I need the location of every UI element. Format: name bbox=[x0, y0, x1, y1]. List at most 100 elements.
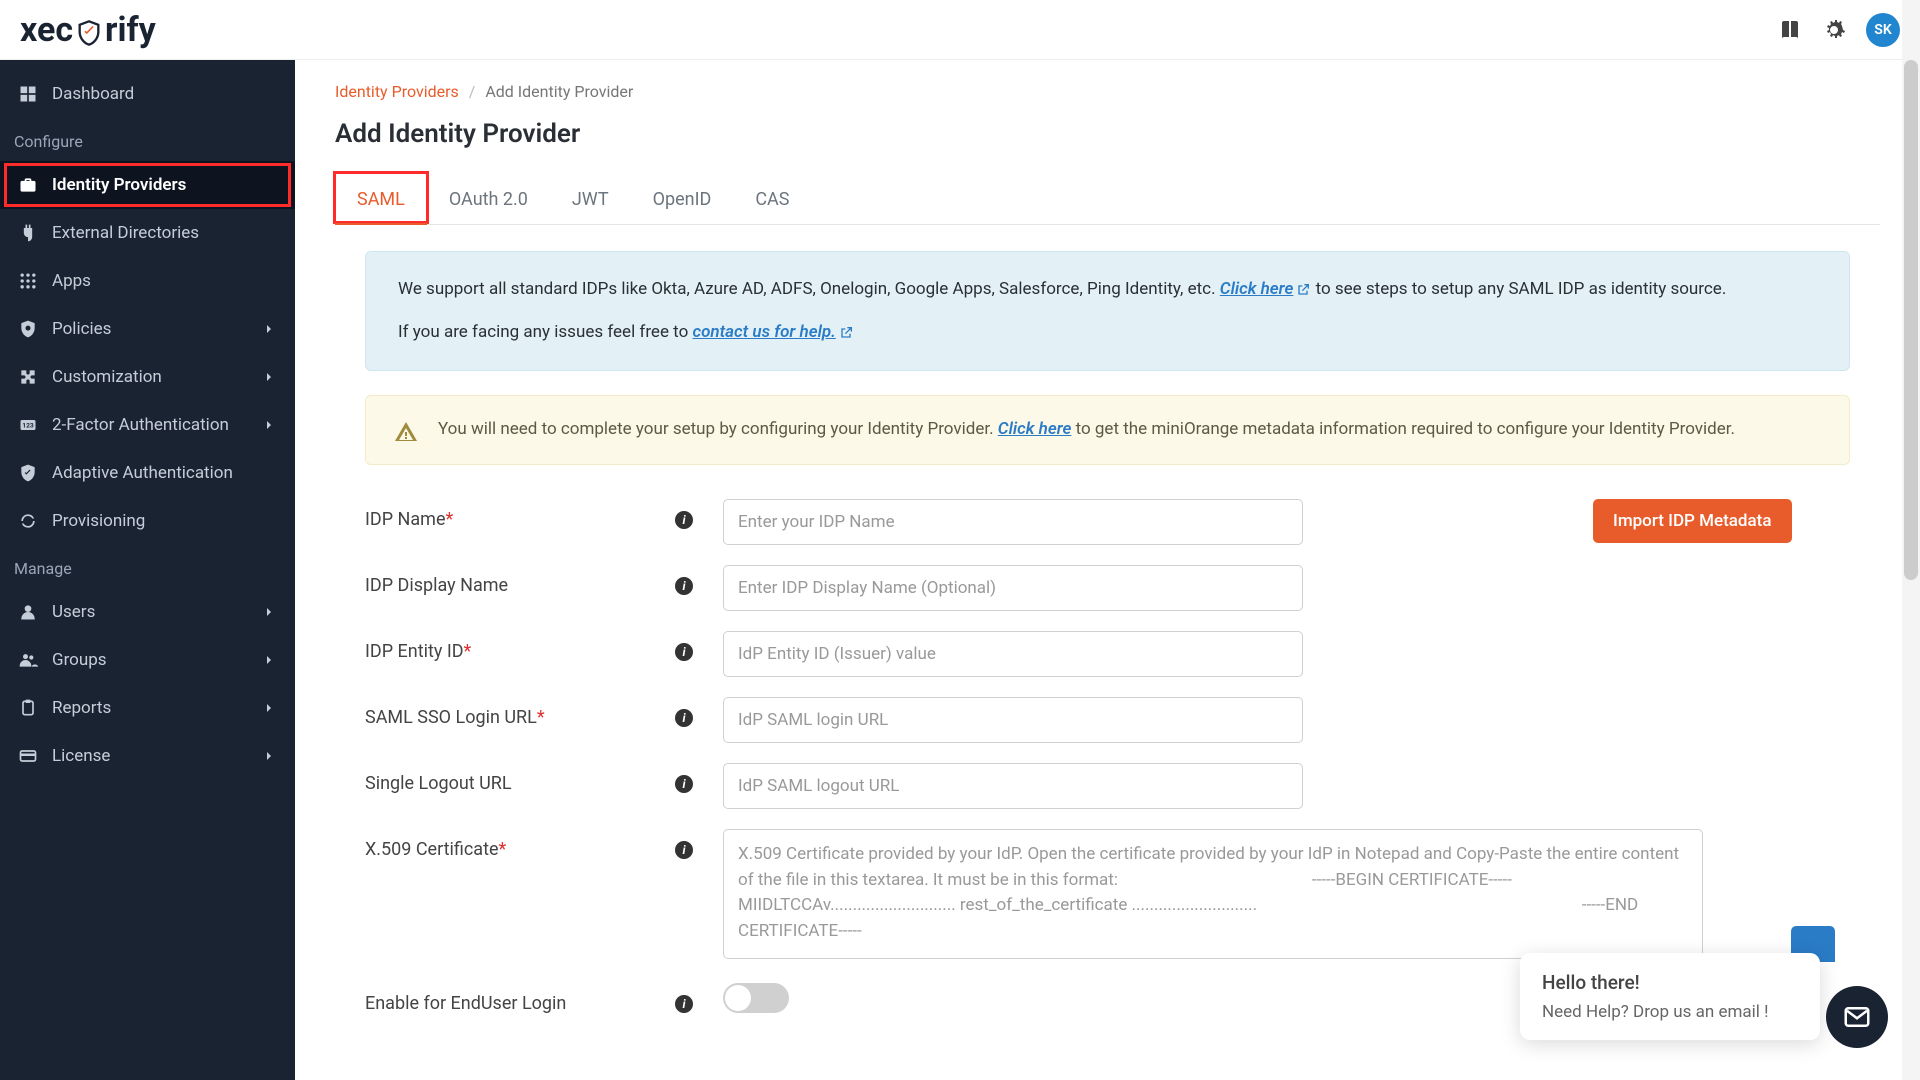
sidebar-item-license[interactable]: License bbox=[0, 732, 295, 780]
info-box: We support all standard IDPs like Okta, … bbox=[365, 251, 1850, 371]
external-link-icon bbox=[838, 325, 854, 341]
x-509-certificate-input[interactable] bbox=[723, 829, 1703, 959]
scrollbar-track[interactable] bbox=[1902, 0, 1920, 1080]
tab-jwt[interactable]: JWT bbox=[550, 175, 631, 224]
user-icon bbox=[18, 602, 38, 622]
info-tooltip-icon[interactable]: i bbox=[675, 511, 693, 529]
card-icon bbox=[18, 746, 38, 766]
chevron-right-icon bbox=[261, 417, 277, 433]
tab-openid[interactable]: OpenID bbox=[631, 175, 734, 224]
sidebar-item-provisioning[interactable]: Provisioning bbox=[0, 497, 295, 545]
verified-icon bbox=[18, 463, 38, 483]
form-row: IDP Display Name i bbox=[335, 555, 1880, 621]
external-link-icon bbox=[1295, 282, 1311, 298]
form-input-wrap bbox=[723, 631, 1303, 677]
idp-entity-id-input[interactable] bbox=[723, 631, 1303, 677]
dashboard-icon bbox=[18, 84, 38, 104]
content-area: Identity Providers / Add Identity Provid… bbox=[295, 60, 1920, 1080]
plug-icon bbox=[18, 223, 38, 243]
shield-icon bbox=[18, 319, 38, 339]
sidebar-item-reports[interactable]: Reports bbox=[0, 684, 295, 732]
page-title: Add Identity Provider bbox=[335, 119, 1880, 149]
sidebar-item-label: Users bbox=[52, 602, 95, 622]
docs-icon[interactable] bbox=[1778, 18, 1802, 42]
chevron-right-icon bbox=[261, 369, 277, 385]
chevron-right-icon bbox=[261, 700, 277, 716]
form-label: Enable for EndUser Login bbox=[365, 983, 665, 1014]
grid-icon bbox=[18, 271, 38, 291]
sidebar-item-apps[interactable]: Apps bbox=[0, 257, 295, 305]
scrollbar-thumb[interactable] bbox=[1904, 60, 1918, 580]
brand-shield-icon bbox=[75, 16, 103, 44]
sidebar-item-dashboard[interactable]: Dashboard bbox=[0, 70, 295, 118]
sidebar-item-label: Dashboard bbox=[52, 84, 134, 104]
info-tooltip-icon[interactable]: i bbox=[675, 643, 693, 661]
chevron-right-icon bbox=[261, 748, 277, 764]
info-link-clickhere[interactable]: Click here bbox=[1220, 279, 1312, 299]
sidebar-item-adaptive-authentication[interactable]: Adaptive Authentication bbox=[0, 449, 295, 497]
warn-link-clickhere[interactable]: Click here bbox=[998, 419, 1072, 439]
enable-for-enduser-login-toggle[interactable] bbox=[723, 983, 789, 1013]
sidebar-item-label: Identity Providers bbox=[52, 175, 186, 195]
sidebar-item-users[interactable]: Users bbox=[0, 588, 295, 636]
sidebar-item-groups[interactable]: Groups bbox=[0, 636, 295, 684]
form-row: IDP Entity ID*i bbox=[335, 621, 1880, 687]
form-label: X.509 Certificate* bbox=[365, 829, 665, 860]
info-tooltip-icon[interactable]: i bbox=[675, 577, 693, 595]
sidebar-item-policies[interactable]: Policies bbox=[0, 305, 295, 353]
breadcrumb: Identity Providers / Add Identity Provid… bbox=[335, 82, 1880, 101]
form-input-wrap bbox=[723, 499, 1303, 545]
saml-sso-login-url-input[interactable] bbox=[723, 697, 1303, 743]
form-label: IDP Display Name bbox=[365, 565, 665, 596]
single-logout-url-input[interactable] bbox=[723, 763, 1303, 809]
sidebar-item-label: Adaptive Authentication bbox=[52, 463, 233, 483]
tab-cas[interactable]: CAS bbox=[733, 175, 811, 224]
idp-display-name-input[interactable] bbox=[723, 565, 1303, 611]
tab-oauth-2-0[interactable]: OAuth 2.0 bbox=[427, 175, 550, 224]
chat-fab[interactable] bbox=[1826, 986, 1888, 1048]
idp-name-input[interactable] bbox=[723, 499, 1303, 545]
clipboard-icon bbox=[18, 698, 38, 718]
sidebar-item-identity-providers[interactable]: Identity Providers bbox=[0, 161, 295, 209]
info-tooltip-icon[interactable]: i bbox=[675, 775, 693, 793]
sync-icon bbox=[18, 511, 38, 531]
info-tooltip-icon[interactable]: i bbox=[675, 709, 693, 727]
form-input-wrap bbox=[723, 763, 1303, 809]
sidebar-item-label: Policies bbox=[52, 319, 111, 339]
sidebar-item-customization[interactable]: Customization bbox=[0, 353, 295, 401]
sidebar-item-label: Reports bbox=[52, 698, 111, 718]
sidebar-item-label: Groups bbox=[52, 650, 107, 670]
form-label: SAML SSO Login URL* bbox=[365, 697, 665, 728]
info-tooltip-icon[interactable]: i bbox=[675, 995, 693, 1013]
tab-saml[interactable]: SAML bbox=[335, 175, 427, 224]
briefcase-icon bbox=[18, 175, 38, 195]
warn-box: You will need to complete your setup by … bbox=[365, 395, 1850, 465]
gear-icon[interactable] bbox=[1822, 18, 1846, 42]
import-idp-metadata-button[interactable]: Import IDP Metadata bbox=[1593, 499, 1792, 543]
form-label: Single Logout URL bbox=[365, 763, 665, 794]
sidebar-item-label: License bbox=[52, 746, 110, 766]
form-row: IDP Name*iImport IDP Metadata bbox=[335, 489, 1880, 555]
info-link-contact[interactable]: contact us for help. bbox=[693, 322, 854, 342]
mail-icon bbox=[1842, 1002, 1872, 1032]
sidebar-item-label: Apps bbox=[52, 271, 91, 291]
form-input-wrap bbox=[723, 697, 1303, 743]
sidebar-header: Configure bbox=[0, 118, 295, 161]
breadcrumb-root[interactable]: Identity Providers bbox=[335, 82, 459, 101]
avatar[interactable]: SK bbox=[1866, 13, 1900, 47]
chevron-right-icon bbox=[261, 604, 277, 620]
brand-text-pre: xec bbox=[20, 10, 73, 50]
brand-logo[interactable]: xec rify bbox=[20, 10, 156, 50]
sidebar-item-label: External Directories bbox=[52, 223, 199, 243]
form-row: X.509 Certificate* i bbox=[335, 819, 1880, 973]
topbar-actions: SK bbox=[1778, 13, 1900, 47]
sidebar-header: Manage bbox=[0, 545, 295, 588]
sidebar-item-external-directories[interactable]: External Directories bbox=[0, 209, 295, 257]
breadcrumb-sep: / bbox=[469, 82, 476, 101]
chat-subtitle: Need Help? Drop us an email ! bbox=[1542, 1002, 1798, 1022]
form-input-wrap bbox=[723, 565, 1303, 611]
sidebar: Dashboard Configure Identity Providers Exte… bbox=[0, 60, 295, 1080]
sidebar-item-2-factor-authentication[interactable]: 2-Factor Authentication bbox=[0, 401, 295, 449]
info-tooltip-icon[interactable]: i bbox=[675, 841, 693, 859]
brand-text-post: rify bbox=[105, 10, 156, 50]
